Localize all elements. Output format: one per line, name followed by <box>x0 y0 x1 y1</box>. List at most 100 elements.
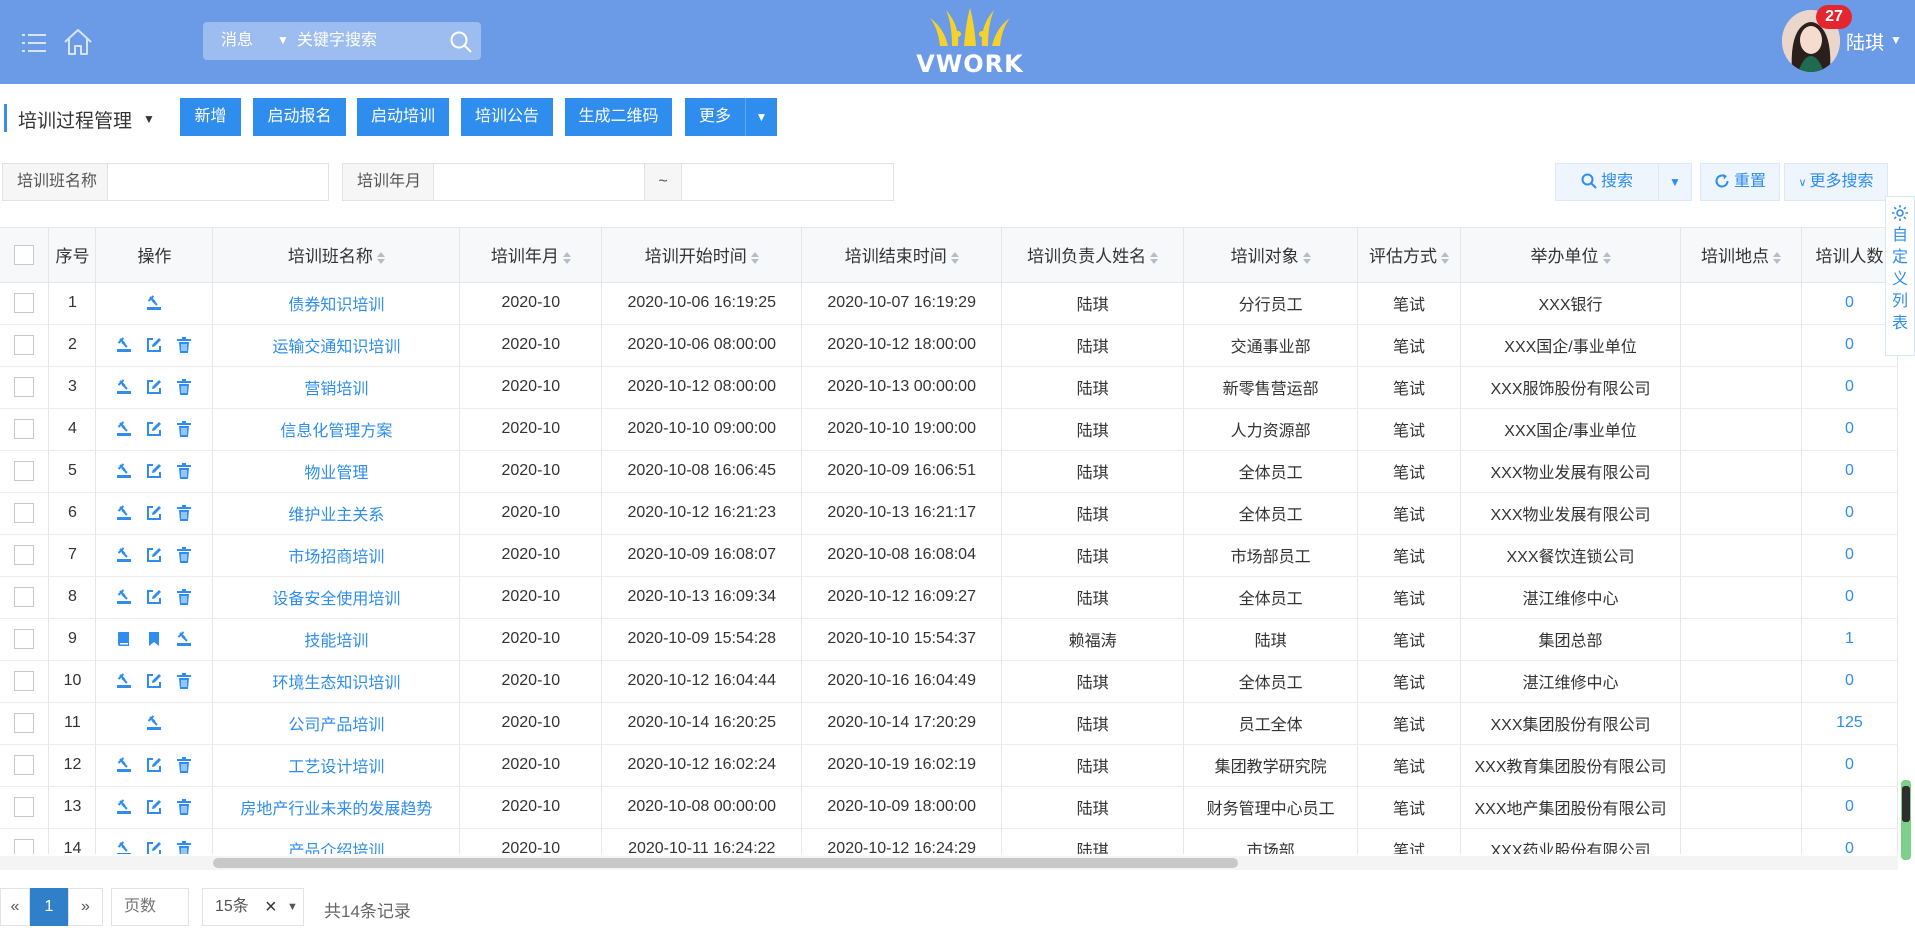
cell-name[interactable]: 维护业主关系 <box>212 492 461 535</box>
approve-icon[interactable] <box>146 295 162 311</box>
column-header[interactable]: 培训结束时间 <box>801 228 1003 283</box>
table-row[interactable]: 12 工艺设计培训 2020-10 2020-10-12 16:02:24 2020-1… <box>0 744 1898 787</box>
cell-count[interactable]: 0 <box>1801 660 1898 703</box>
cell-count[interactable]: 125 <box>1801 702 1898 745</box>
select-all-checkbox[interactable] <box>14 245 35 265</box>
cell-name[interactable]: 市场招商培训 <box>212 534 461 577</box>
sort-icon[interactable] <box>950 251 959 264</box>
column-header[interactable]: 培训年月 <box>459 228 603 283</box>
cell-name[interactable]: 工艺设计培训 <box>212 744 461 787</box>
edit-icon[interactable] <box>146 379 162 395</box>
horizontal-scrollbar[interactable] <box>213 858 1238 868</box>
cell-count[interactable]: 0 <box>1801 492 1898 535</box>
chevron-down-icon[interactable]: ▼ <box>287 889 298 925</box>
year-month-start-input[interactable] <box>433 163 645 201</box>
search-input[interactable] <box>297 27 437 55</box>
approve-icon[interactable] <box>146 715 162 731</box>
reset-button[interactable]: 重置 <box>1700 163 1780 201</box>
edit-icon[interactable] <box>146 421 162 437</box>
row-checkbox[interactable] <box>14 797 35 817</box>
cell-count[interactable]: 0 <box>1801 534 1898 577</box>
column-header[interactable]: 培训班名称 <box>212 228 461 283</box>
table-row[interactable]: 5 物业管理 2020-10 2020-10-08 16:06:45 2020-10-0… <box>0 450 1898 493</box>
row-checkbox[interactable] <box>14 587 35 607</box>
page-size-select[interactable]: 15条 × ▼ <box>202 888 304 926</box>
table-row[interactable]: 14 产品介绍培训 2020-10 2020-10-11 16:24:22 2020-1… <box>0 828 1898 854</box>
cell-name[interactable]: 营销培训 <box>212 366 461 409</box>
sort-icon[interactable] <box>1602 251 1611 264</box>
sort-icon[interactable] <box>1441 251 1450 264</box>
next-page-button[interactable]: » <box>68 888 103 926</box>
edit-icon[interactable] <box>146 547 162 563</box>
row-checkbox[interactable] <box>14 293 35 313</box>
book-icon[interactable] <box>116 631 132 647</box>
cell-name[interactable]: 债券知识培训 <box>212 282 461 325</box>
trash-icon[interactable] <box>176 546 192 563</box>
row-checkbox[interactable] <box>14 419 35 439</box>
approve-icon[interactable] <box>116 421 132 437</box>
cell-count[interactable]: 0 <box>1801 576 1898 619</box>
sort-icon[interactable] <box>750 251 759 264</box>
sort-icon[interactable] <box>1772 251 1781 264</box>
cell-name[interactable]: 信息化管理方案 <box>212 408 461 451</box>
edit-icon[interactable] <box>146 841 162 854</box>
trash-icon[interactable] <box>176 420 192 437</box>
row-checkbox[interactable] <box>14 839 35 854</box>
cell-name[interactable]: 公司产品培训 <box>212 702 461 745</box>
table-row[interactable]: 11 公司产品培训 2020-10 2020-10-14 16:20:25 2020-1… <box>0 702 1898 745</box>
cell-count[interactable]: 0 <box>1801 408 1898 451</box>
column-header[interactable]: 培训负责人姓名 <box>1001 228 1185 283</box>
page-number-input[interactable] <box>111 888 189 926</box>
bookmark-icon[interactable] <box>146 631 162 647</box>
cell-name[interactable]: 房地产行业未来的发展趋势 <box>212 786 461 829</box>
trash-icon[interactable] <box>176 672 192 689</box>
sort-icon[interactable] <box>1150 251 1159 264</box>
table-row[interactable]: 2 运输交通知识培训 2020-10 2020-10-06 08:00:00 2020-… <box>0 324 1898 367</box>
start-training-button[interactable]: 启动培训 <box>357 98 449 136</box>
row-checkbox[interactable] <box>14 335 35 355</box>
trash-icon[interactable] <box>176 378 192 395</box>
cell-count[interactable]: 0 <box>1801 282 1898 325</box>
user-menu-caret-icon[interactable]: ▼ <box>1890 33 1902 47</box>
cell-name[interactable]: 产品介绍培训 <box>212 828 461 854</box>
approve-icon[interactable] <box>116 337 132 353</box>
training-notice-button[interactable]: 培训公告 <box>461 98 553 136</box>
table-row[interactable]: 1 债券知识培训 2020-10 2020-10-06 16:19:25 2020-10… <box>0 282 1898 325</box>
home-icon[interactable] <box>62 27 94 57</box>
page-1-button[interactable]: 1 <box>30 888 68 926</box>
user-name[interactable]: 陆琪 <box>1846 28 1884 55</box>
edit-icon[interactable] <box>146 673 162 689</box>
approve-icon[interactable] <box>116 505 132 521</box>
cell-name[interactable]: 物业管理 <box>212 450 461 493</box>
cell-count[interactable]: 0 <box>1801 828 1898 854</box>
sort-icon[interactable] <box>1302 251 1311 264</box>
page-title-caret-icon[interactable]: ▼ <box>143 112 155 126</box>
cell-count[interactable]: 0 <box>1801 450 1898 493</box>
column-header[interactable]: 评估方式 <box>1357 228 1462 283</box>
trash-icon[interactable] <box>176 798 192 815</box>
class-name-input[interactable] <box>107 163 329 201</box>
table-row[interactable]: 6 维护业主关系 2020-10 2020-10-12 16:21:23 2020-10… <box>0 492 1898 535</box>
sort-icon[interactable] <box>562 251 571 264</box>
trash-icon[interactable] <box>176 756 192 773</box>
row-checkbox[interactable] <box>14 377 35 397</box>
clear-icon[interactable]: × <box>265 889 277 925</box>
cell-count[interactable]: 0 <box>1801 744 1898 787</box>
edit-icon[interactable] <box>146 463 162 479</box>
table-row[interactable]: 3 营销培训 2020-10 2020-10-12 08:00:00 2020-10-1… <box>0 366 1898 409</box>
approve-icon[interactable] <box>116 379 132 395</box>
edit-icon[interactable] <box>146 589 162 605</box>
start-registration-button[interactable]: 启动报名 <box>253 98 346 136</box>
table-row[interactable]: 8 设备安全使用培训 2020-10 2020-10-13 16:09:34 2020-… <box>0 576 1898 619</box>
row-checkbox[interactable] <box>14 629 35 649</box>
cell-name[interactable]: 设备安全使用培训 <box>212 576 461 619</box>
add-button[interactable]: 新增 <box>180 98 241 136</box>
trash-icon[interactable] <box>176 588 192 605</box>
approve-icon[interactable] <box>116 547 132 563</box>
more-caret-icon[interactable]: ▼ <box>745 98 777 136</box>
row-checkbox[interactable] <box>14 503 35 523</box>
column-header[interactable]: 培训对象 <box>1183 228 1359 283</box>
edit-icon[interactable] <box>146 757 162 773</box>
cell-count[interactable]: 0 <box>1801 324 1898 367</box>
search-icon[interactable] <box>449 30 473 54</box>
